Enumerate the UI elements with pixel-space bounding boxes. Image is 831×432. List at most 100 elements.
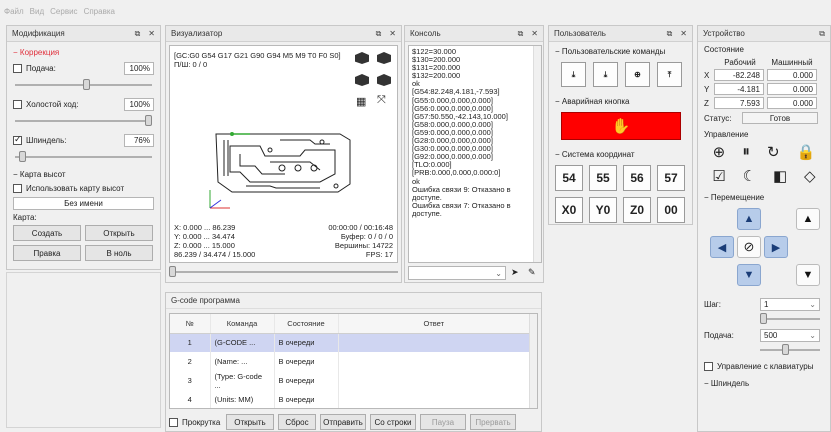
reset-icon[interactable]: ↻ (767, 143, 780, 161)
jog-x-plus-button[interactable]: ▶ (764, 236, 788, 258)
gcode-scrollbar[interactable] (529, 314, 537, 408)
col-response[interactable]: Ответ (338, 314, 530, 334)
console-command-input[interactable]: ⌄ (408, 266, 506, 280)
safe-position-icon[interactable]: ☾ (743, 167, 756, 185)
user-command-1-button[interactable]: ⤓ (561, 62, 586, 87)
clear-console-icon[interactable]: ✎ (528, 267, 536, 278)
probe-icon[interactable]: ◇ (804, 167, 816, 185)
jog-y-plus-button[interactable]: ▲ (737, 208, 761, 230)
g57-button[interactable]: 57 (657, 165, 685, 191)
send-command-icon[interactable]: ➤ (511, 267, 519, 278)
feed-checkbox[interactable] (13, 64, 22, 74)
float-icon[interactable]: ⧉ (819, 29, 825, 39)
home-search-icon[interactable]: ⊕ (713, 143, 726, 161)
control-section-label: Управление (704, 130, 749, 139)
close-icon[interactable]: ✕ (148, 29, 155, 39)
use-heightmap-checkbox[interactable] (13, 184, 22, 194)
pause-button[interactable]: Пауза (420, 414, 466, 430)
fit-view-icon[interactable]: ⤧ (377, 94, 386, 107)
step-select[interactable]: 1 ⌄ (760, 298, 820, 311)
unlock-icon[interactable]: 🔒 (797, 143, 816, 161)
heightmap-name-field[interactable]: Без имени (13, 197, 154, 211)
view-iso-icon[interactable] (355, 52, 369, 64)
view-front-icon[interactable] (355, 74, 369, 86)
chevron-down-icon[interactable]: ⌄ (495, 269, 502, 278)
close-icon[interactable]: ✕ (389, 29, 396, 39)
visualizer-slider[interactable] (169, 266, 398, 278)
float-icon[interactable]: ⧉ (135, 29, 141, 39)
spindle-override-field[interactable]: 76% (124, 134, 154, 147)
visualizer-canvas[interactable]: [GC:G0 G54 G17 G21 G90 G94 M5 M9 T0 F0 S… (169, 45, 398, 263)
zero-x-button[interactable]: X0 (555, 197, 583, 223)
autoscroll-checkbox[interactable] (169, 417, 178, 427)
col-number[interactable]: № (170, 314, 211, 334)
edit-map-button[interactable]: Правка (13, 245, 81, 262)
open-file-button[interactable]: Открыть (226, 414, 274, 430)
console-output[interactable]: $122=30.000 $130=200.000 $131=200.000 $132=… (408, 45, 542, 263)
user-command-4-button[interactable]: ⤒ (657, 62, 682, 87)
menu-view[interactable]: Вид (30, 7, 44, 16)
work-coord-field: -82.248 (714, 69, 764, 81)
console-scrollbar[interactable] (533, 46, 541, 262)
menu-help[interactable]: Справка (84, 7, 115, 16)
g56-button[interactable]: 56 (623, 165, 651, 191)
check-mode-icon[interactable]: ☑ (712, 167, 725, 185)
user-command-3-button[interactable]: ⊕ (625, 62, 650, 87)
status-field: Готов (742, 112, 818, 124)
modification-panel-header: Модификация ⧉ ✕ (7, 26, 160, 42)
pause-icon[interactable]: ⏸ (742, 143, 750, 161)
table-row[interactable]: 3 (Type: G-code ... В очереди (170, 371, 530, 390)
table-row[interactable]: 2 (Name: ... В очереди (170, 352, 530, 371)
jog-stop-button[interactable]: ⊘ (737, 236, 761, 258)
send-button[interactable]: Отправить (320, 414, 366, 430)
grid-toggle-icon[interactable]: ▦ (356, 95, 366, 108)
rapid-checkbox[interactable] (13, 100, 22, 110)
view-left-icon[interactable] (377, 74, 391, 86)
table-row[interactable]: 4 (Units: MM) В очереди (170, 390, 530, 408)
door-icon[interactable]: ◧ (773, 167, 787, 185)
float-icon[interactable]: ⧉ (667, 29, 673, 39)
jog-x-minus-button[interactable]: ◀ (710, 236, 734, 258)
emergency-stop-button[interactable]: ✋ (561, 112, 681, 140)
state-section-label: Состояние (704, 45, 744, 54)
zero-map-button[interactable]: В ноль (85, 245, 153, 262)
feed-override-field[interactable]: 100% (124, 62, 154, 75)
spindle-checkbox[interactable] (13, 134, 22, 146)
create-map-button[interactable]: Создать (13, 225, 81, 242)
jog-feed-select[interactable]: 500 ⌄ (760, 329, 820, 342)
zero-y-button[interactable]: Y0 (589, 197, 617, 223)
arrow-right-icon: ▶ (771, 241, 781, 254)
menu-service[interactable]: Сервис (50, 7, 77, 16)
jog-feed-slider[interactable] (760, 344, 820, 356)
col-state[interactable]: Состояние (274, 314, 339, 334)
menu-file[interactable]: Файл (4, 7, 24, 16)
jog-section-label: Перемещение (710, 193, 765, 202)
float-icon[interactable]: ⧉ (518, 29, 524, 39)
jog-z-minus-button[interactable]: ▼ (796, 264, 820, 286)
close-icon[interactable]: ✕ (680, 29, 687, 39)
feed-slider[interactable] (15, 78, 152, 92)
g55-button[interactable]: 55 (589, 165, 617, 191)
jog-z-plus-button[interactable]: ▲ (796, 208, 820, 230)
rapid-override-field[interactable]: 100% (124, 98, 154, 111)
view-top-icon[interactable] (377, 52, 391, 64)
keyboard-control-checkbox[interactable] (704, 362, 713, 372)
g54-button[interactable]: 54 (555, 165, 583, 191)
float-icon[interactable]: ⧉ (376, 29, 382, 39)
user-command-2-button[interactable]: ⤓ (593, 62, 618, 87)
axis-row: Y -4.181 0.000 (704, 83, 824, 95)
row-number: 3 (170, 371, 211, 390)
table-row[interactable]: 1 (G-CODE ... В очереди (170, 333, 530, 352)
step-slider[interactable] (760, 313, 820, 325)
zero-all-button[interactable]: 00 (657, 197, 685, 223)
spindle-slider[interactable] (15, 150, 152, 164)
jog-y-minus-button[interactable]: ▼ (737, 264, 761, 286)
open-map-button[interactable]: Открыть (85, 225, 153, 242)
from-line-button[interactable]: Со строки (370, 414, 416, 430)
reset-button[interactable]: Сброс (278, 414, 316, 430)
col-command[interactable]: Команда (210, 314, 275, 334)
rapid-slider[interactable] (15, 114, 152, 128)
zero-z-button[interactable]: Z0 (623, 197, 651, 223)
close-icon[interactable]: ✕ (531, 29, 538, 39)
abort-button[interactable]: Прервать (470, 414, 516, 430)
